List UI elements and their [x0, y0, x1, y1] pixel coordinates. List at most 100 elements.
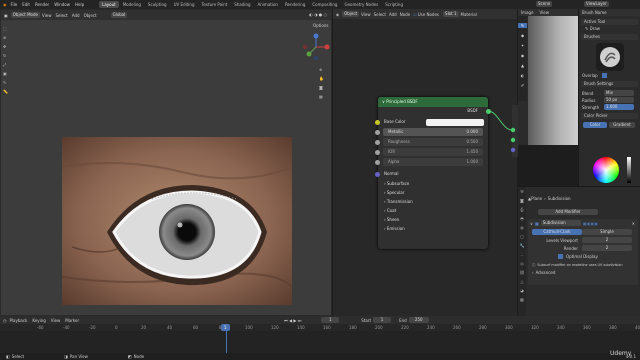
menu-add[interactable]: Add — [389, 12, 397, 17]
options-button[interactable]: Options — [313, 23, 328, 28]
menu-marker[interactable]: Marker — [65, 318, 79, 323]
tab-texture-paint[interactable]: Texture Paint — [198, 1, 230, 8]
grid-icon[interactable]: ▦ — [319, 92, 327, 101]
menu-keying[interactable]: Keying — [32, 318, 45, 323]
advanced-subpanel[interactable]: › Advanced — [532, 270, 634, 275]
camera-icon[interactable]: ◙ — [319, 83, 327, 92]
playback-controls[interactable]: ⏮ ◀ ▶ ⏭ — [284, 318, 301, 323]
editor-type-icon[interactable]: ▣ — [4, 13, 8, 18]
optimal-display-checkbox[interactable] — [558, 254, 563, 259]
shader-node-editor[interactable]: ◈ Object View Select Add Node ☑ Use Node… — [333, 9, 518, 316]
pan-hand-icon[interactable]: ✋ — [319, 74, 327, 83]
scene-selector[interactable]: Scene — [536, 1, 553, 7]
blender-logo-icon[interactable]: ◉ — [3, 2, 7, 7]
strength-field[interactable]: 1.000 — [604, 104, 634, 110]
tab-shading[interactable]: Shading — [231, 1, 253, 8]
tab-uv-editing[interactable]: UV Editing — [171, 1, 198, 8]
zoom-icon[interactable]: ⊕ — [319, 65, 327, 74]
menu-help[interactable]: Help — [75, 2, 84, 7]
start-frame-field[interactable]: 1 — [373, 317, 392, 323]
object-type-dropdown[interactable]: Object — [342, 11, 360, 17]
alpha-socket[interactable] — [375, 160, 380, 165]
menu-window[interactable]: Window — [54, 2, 70, 7]
scene-tab-icon[interactable]: ◓ — [518, 214, 526, 223]
view-layer-selector[interactable]: ViewLayer — [584, 1, 609, 7]
rotate-tool-icon[interactable]: ↻ — [3, 51, 11, 60]
soften-tool-icon[interactable]: ◆ — [518, 33, 527, 38]
metallic-field[interactable]: Metallic 0.000 — [383, 128, 483, 136]
object-tab-icon[interactable]: ▢ — [518, 232, 526, 241]
end-frame-field[interactable]: 250 — [408, 317, 429, 323]
mask-tool-icon[interactable]: ◐ — [518, 73, 527, 78]
base-color-swatch[interactable] — [426, 119, 484, 126]
image-editor-title[interactable]: Image — [521, 10, 534, 15]
brush-name[interactable]: Brush Name — [582, 10, 607, 15]
add-modifier-button[interactable]: Add Modifier — [538, 209, 598, 215]
menu-view[interactable]: View — [540, 10, 550, 15]
texture-tab-icon[interactable]: ▩ — [518, 295, 526, 304]
constraints-tab-icon[interactable]: ⛓ — [518, 268, 526, 277]
render-tab-icon[interactable]: ◙ — [518, 196, 526, 205]
annotate-tool-icon[interactable]: ✐ — [518, 83, 527, 88]
select-tool-icon[interactable]: ⬚ — [3, 24, 11, 33]
output-tab-icon[interactable]: ⎙ — [518, 205, 526, 214]
modifier-name-field[interactable]: Subdivision — [540, 220, 581, 226]
move-tool-icon[interactable]: ✥ — [3, 42, 11, 51]
playhead-frame-label[interactable]: 1 — [221, 324, 230, 331]
cursor-tool-icon[interactable]: ⊕ — [3, 33, 11, 42]
menu-select[interactable]: Select — [374, 12, 386, 17]
catmull-clark-button[interactable]: Catmull-Clark — [532, 229, 582, 235]
tab-layout[interactable]: Layout — [99, 1, 119, 8]
tab-geometry-nodes[interactable]: Geometry Nodes — [341, 1, 381, 8]
panel-transmission[interactable]: › Transmission — [384, 198, 413, 206]
material-tab-icon[interactable]: ◕ — [518, 286, 526, 295]
menu-playback[interactable]: Playback — [10, 318, 28, 323]
tab-gradient[interactable]: Gradient — [609, 122, 635, 128]
use-nodes-checkbox[interactable]: ☑ — [413, 12, 417, 17]
tool-tab-icon[interactable]: ⚒ — [518, 187, 526, 196]
navigation-gizmo-icon[interactable] — [301, 32, 331, 62]
panel-emission[interactable]: › Emission — [384, 225, 405, 233]
alpha-field[interactable]: Alpha 1.000 — [383, 158, 483, 166]
brush-preview[interactable] — [595, 43, 624, 71]
menu-node[interactable]: Node — [400, 12, 410, 17]
editor-type-icon[interactable]: ◷ — [3, 318, 7, 323]
normal-socket[interactable] — [375, 172, 380, 177]
data-tab-icon[interactable]: △ — [518, 277, 526, 286]
transform-tool-icon[interactable]: ▣ — [3, 69, 11, 78]
viewport-shading-icons[interactable]: ◐ ◑ ● ○ — [309, 12, 327, 17]
scale-tool-icon[interactable]: ⤢ — [3, 60, 11, 69]
frame-ruler[interactable]: -60-40-200204060801001201401601802002202… — [0, 324, 640, 331]
ior-field[interactable]: IOR 1.450 — [383, 148, 483, 156]
slot-dropdown[interactable]: Slot 1 — [443, 11, 459, 17]
smear-tool-icon[interactable]: ✦ — [518, 43, 527, 48]
annotate-tool-icon[interactable]: ✎ — [3, 78, 11, 87]
tab-modeling[interactable]: Modeling — [120, 1, 144, 8]
brush-settings-section[interactable]: Brush Settings — [581, 81, 638, 87]
brushes-section[interactable]: Brushes — [581, 34, 638, 40]
tab-rendering[interactable]: Rendering — [282, 1, 308, 8]
collapse-chevron-icon[interactable]: ∨ — [530, 221, 533, 226]
modifier-tab-icon[interactable]: 🔧 — [518, 241, 526, 250]
value-slider[interactable] — [627, 157, 631, 183]
particles-tab-icon[interactable]: ∴ — [518, 250, 526, 259]
measure-tool-icon[interactable]: 📏 — [3, 87, 11, 96]
menu-add[interactable]: Add — [72, 13, 80, 18]
menu-view[interactable]: View — [361, 12, 371, 17]
menu-edit[interactable]: Edit — [22, 2, 30, 7]
roughness-socket[interactable] — [375, 140, 380, 145]
simple-button[interactable]: Simple — [582, 229, 632, 235]
tab-compositing[interactable]: Compositing — [309, 1, 340, 8]
modifier-toggle-icons[interactable]: ▣▣▣▣ — [583, 221, 598, 226]
fill-tool-icon[interactable]: ▲ — [518, 63, 527, 68]
panel-coat[interactable]: › Coat — [384, 207, 396, 215]
metallic-socket[interactable] — [375, 130, 380, 135]
menu-view[interactable]: View — [51, 318, 61, 323]
color-picker-section[interactable]: Color Picker — [581, 113, 638, 119]
viewport-nav-buttons[interactable]: ⊕ ✋ ◙ ▦ — [319, 65, 327, 101]
menu-view[interactable]: View — [42, 13, 52, 18]
panel-specular[interactable]: › Specular — [384, 189, 404, 197]
editor-type-icon[interactable]: ◈ — [336, 12, 339, 17]
mode-dropdown[interactable]: Object Mode — [10, 12, 40, 18]
menu-object[interactable]: Object — [84, 13, 97, 18]
